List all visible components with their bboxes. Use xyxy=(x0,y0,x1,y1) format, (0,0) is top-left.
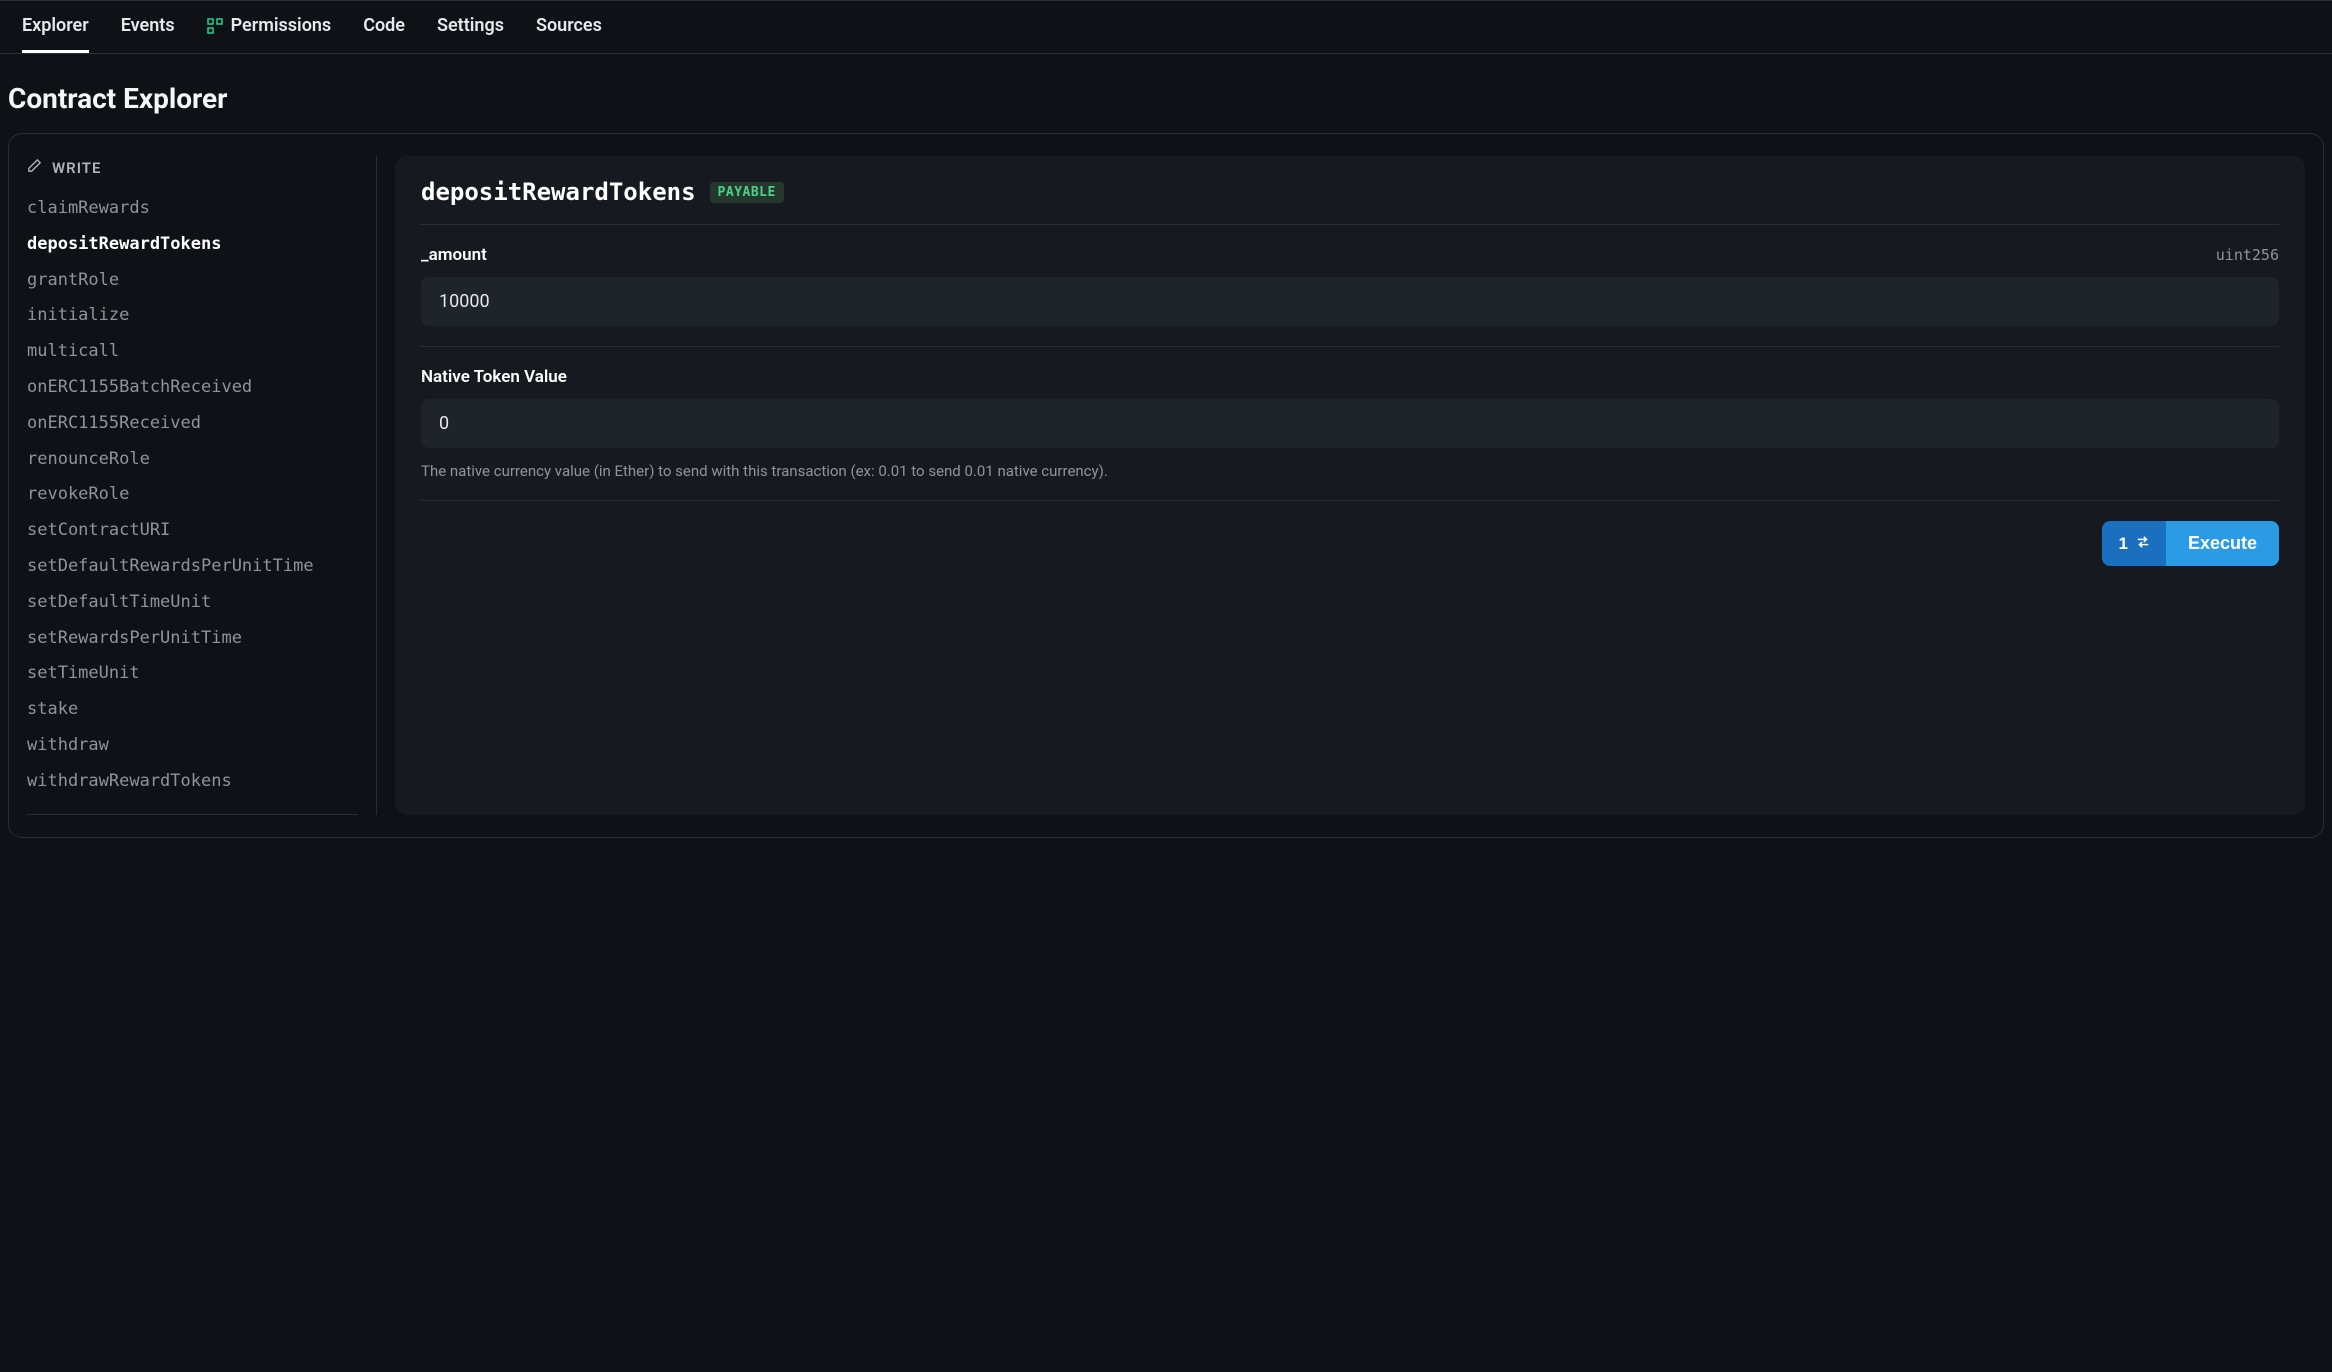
function-panel: depositRewardTokens PAYABLE _amount uint… xyxy=(395,156,2305,815)
function-item[interactable]: claimRewards xyxy=(27,191,358,227)
function-item[interactable]: grantRole xyxy=(27,263,358,299)
function-item[interactable]: depositRewardTokens xyxy=(27,227,358,263)
sidebar-divider xyxy=(27,814,358,815)
function-item[interactable]: onERC1155Received xyxy=(27,406,358,442)
grid-icon xyxy=(207,18,223,34)
amount-input[interactable] xyxy=(421,277,2279,326)
function-item[interactable]: withdraw xyxy=(27,728,358,764)
execute-button[interactable]: Execute xyxy=(2166,521,2279,566)
function-item[interactable]: initialize xyxy=(27,298,358,334)
native-token-label: Native Token Value xyxy=(421,367,567,387)
function-list: claimRewardsdepositRewardTokensgrantRole… xyxy=(27,191,358,800)
sidebar-header: WRITE xyxy=(27,156,358,191)
tab-explorer[interactable]: Explorer xyxy=(22,1,89,53)
function-item[interactable]: stake xyxy=(27,692,358,728)
swap-icon xyxy=(2136,534,2150,554)
explorer-container: WRITE claimRewardsdepositRewardTokensgra… xyxy=(8,133,2324,838)
exec-count-value: 1 xyxy=(2118,534,2127,554)
tab-events[interactable]: Events xyxy=(121,1,175,53)
function-name: depositRewardTokens xyxy=(421,178,696,206)
execute-group: 1 Execute xyxy=(2102,521,2279,566)
function-item[interactable]: setTimeUnit xyxy=(27,656,358,692)
exec-count-button[interactable]: 1 xyxy=(2102,521,2165,566)
native-token-input[interactable] xyxy=(421,399,2279,448)
tab-sources[interactable]: Sources xyxy=(536,1,602,53)
function-item[interactable]: renounceRole xyxy=(27,442,358,478)
function-item[interactable]: setRewardsPerUnitTime xyxy=(27,621,358,657)
param-row-native: Native Token Value The native currency v… xyxy=(421,347,2279,501)
sidebar-section-label: WRITE xyxy=(52,159,101,177)
function-item[interactable]: setDefaultRewardsPerUnitTime xyxy=(27,549,358,585)
function-header: depositRewardTokens PAYABLE xyxy=(421,178,2279,225)
function-item[interactable]: onERC1155BatchReceived xyxy=(27,370,358,406)
function-item[interactable]: setContractURI xyxy=(27,513,358,549)
payable-badge: PAYABLE xyxy=(710,182,784,203)
function-sidebar: WRITE claimRewardsdepositRewardTokensgra… xyxy=(27,156,377,815)
tab-permissions-label: Permissions xyxy=(231,15,332,36)
param-row-amount: _amount uint256 xyxy=(421,225,2279,347)
page-title: Contract Explorer xyxy=(0,54,2332,133)
function-item[interactable]: revokeRole xyxy=(27,477,358,513)
function-item[interactable]: multicall xyxy=(27,334,358,370)
function-item[interactable]: withdrawRewardTokens xyxy=(27,764,358,800)
tab-bar: Explorer Events Permissions Code Setting… xyxy=(0,1,2332,54)
tab-code[interactable]: Code xyxy=(363,1,405,53)
native-token-helper: The native currency value (in Ether) to … xyxy=(421,462,2279,480)
actions-row: 1 Execute xyxy=(421,501,2279,566)
param-type-amount: uint256 xyxy=(2216,246,2279,264)
function-item[interactable]: setDefaultTimeUnit xyxy=(27,585,358,621)
param-label-amount: _amount xyxy=(421,245,487,265)
tab-permissions[interactable]: Permissions xyxy=(207,1,332,53)
pencil-icon xyxy=(27,158,42,177)
tab-settings[interactable]: Settings xyxy=(437,1,504,53)
